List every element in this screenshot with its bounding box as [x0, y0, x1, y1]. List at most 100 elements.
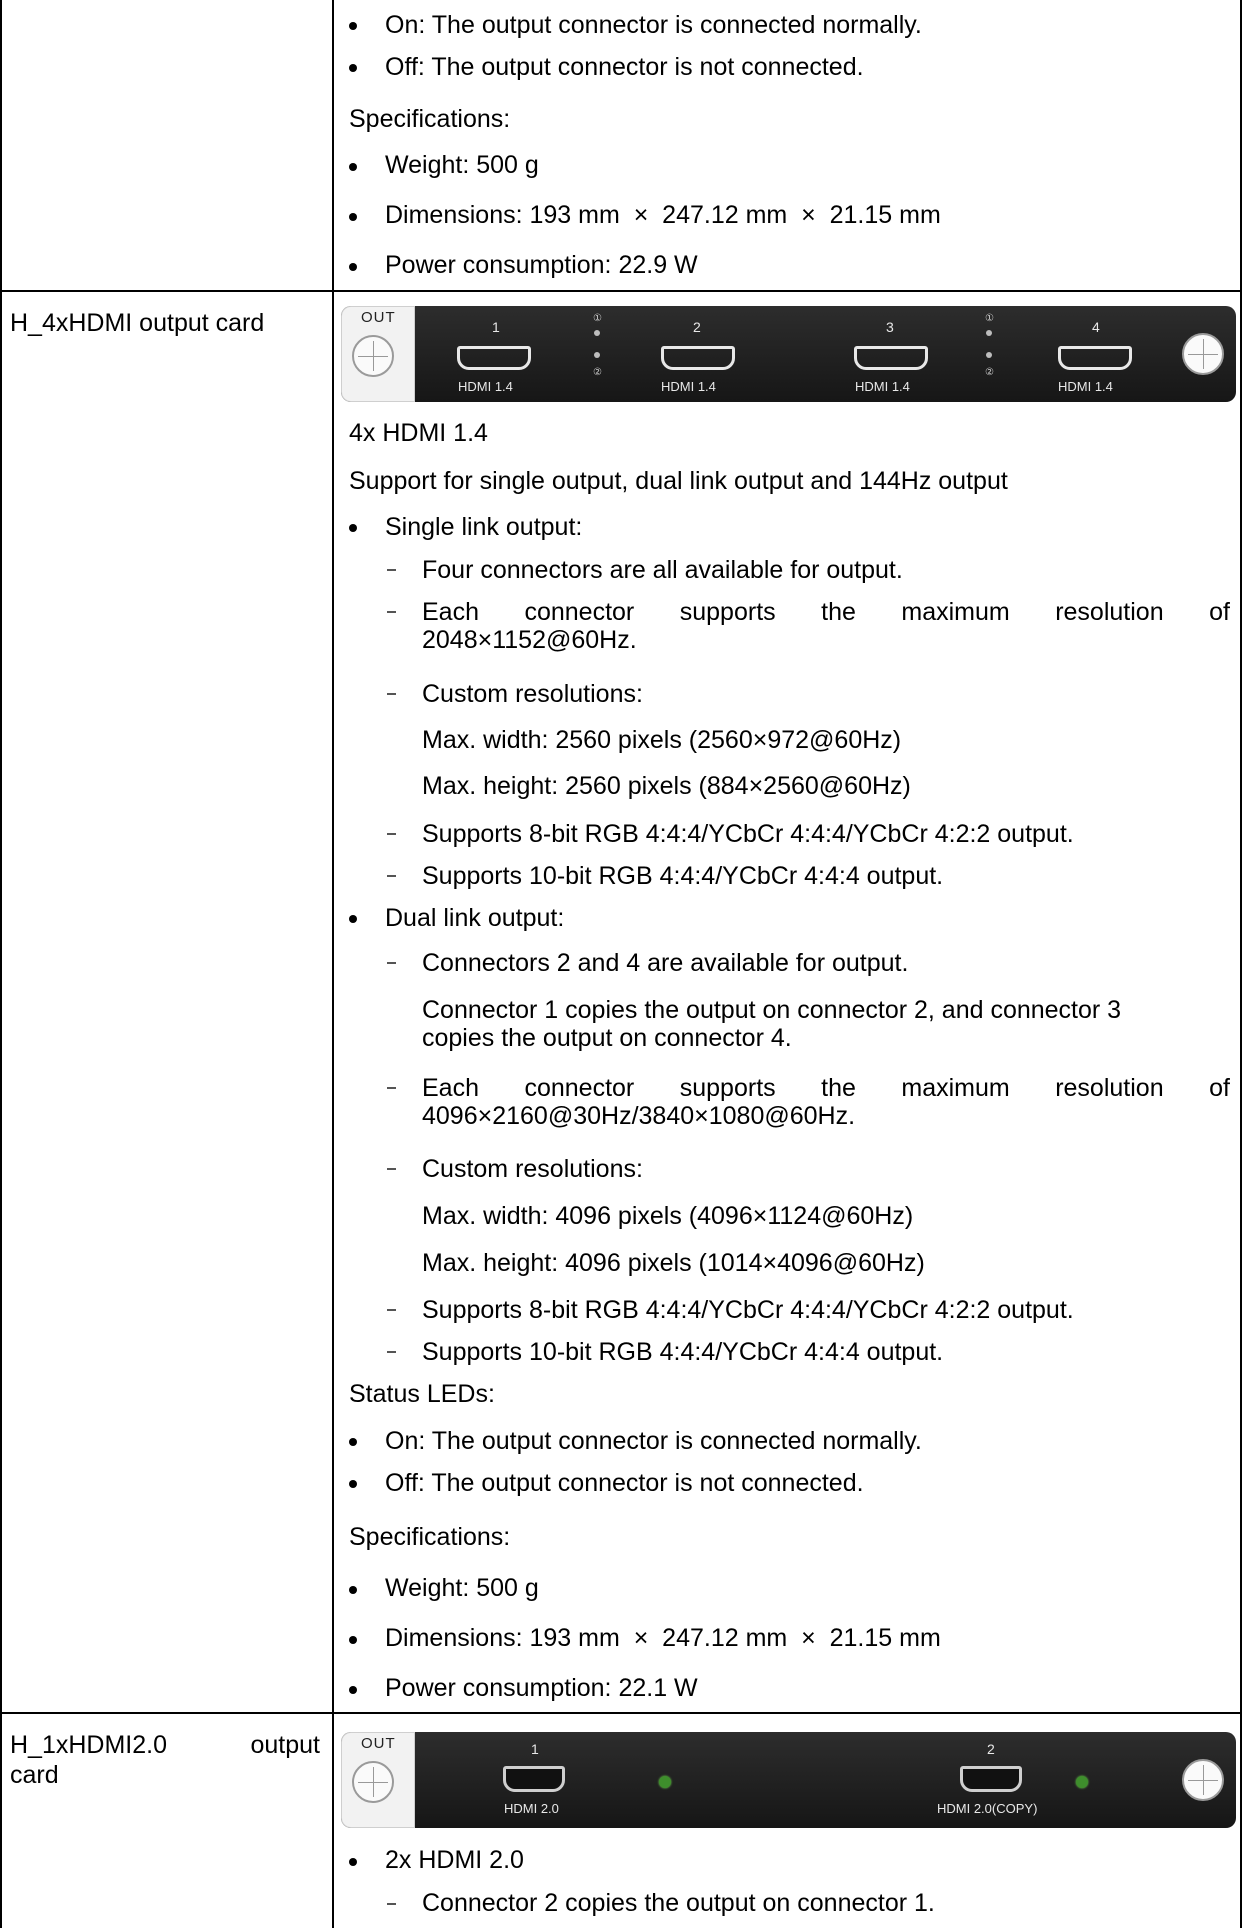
spec-weight: Weight: 500 g: [385, 1574, 539, 1602]
port-number: 2: [987, 1741, 995, 1757]
bullet-icon: [349, 22, 357, 30]
status-on-text: On: The output connector is connected no…: [385, 1427, 922, 1455]
led-indicator-icon: [594, 330, 600, 336]
status-on-text: On: The output connector is connected no…: [385, 11, 922, 39]
card-name-part: card: [10, 1761, 59, 1789]
screw-icon: [1182, 1759, 1224, 1801]
dash-icon: [387, 1351, 396, 1353]
dual-note-line2: copies the output on connector 4.: [422, 1024, 792, 1052]
hdmi-port-icon: [854, 346, 928, 370]
port-label: HDMI 1.4: [1058, 379, 1113, 394]
port-number: 4: [1092, 319, 1100, 335]
led-indicator-icon: [1076, 1776, 1088, 1788]
spec-weight: Weight: 500 g: [385, 151, 539, 179]
justified-word: resolution: [1055, 1074, 1164, 1102]
dual-item4: Supports 8-bit RGB 4:4:4/YCbCr 4:4:4/YCb…: [422, 1296, 1074, 1324]
justified-word: maximum: [901, 1074, 1010, 1102]
bullet-icon: [349, 1586, 357, 1594]
card-name-part: H_1xHDMI2.0: [10, 1731, 167, 1759]
justified-word: supports: [679, 1074, 776, 1102]
justified-word: supports: [679, 598, 776, 626]
status-off-text: Off: The output connector is not connect…: [385, 1469, 864, 1497]
single-item2-justified: Each connector supports the maximum reso…: [422, 597, 1230, 627]
dash-icon: [387, 1087, 396, 1089]
dual-item3: Custom resolutions:: [422, 1155, 643, 1183]
card-name-part: output: [250, 1731, 320, 1759]
justified-word: connector: [524, 598, 635, 626]
port-label: HDMI 2.0(COPY): [937, 1801, 1038, 1816]
specs-heading: Specifications:: [349, 1523, 511, 1551]
dash-icon: [387, 875, 396, 877]
row-divider-2: [0, 1712, 1242, 1714]
justified-word: of: [1209, 1074, 1230, 1102]
dash-icon: [387, 693, 396, 695]
led-indicator-icon: [594, 352, 600, 358]
bullet-icon: [349, 1686, 357, 1694]
led-indicator-icon: [986, 330, 992, 336]
dash-icon: [387, 962, 396, 964]
led-marker-1: ①: [593, 313, 602, 324]
card1-line1: 4x HDMI 1.4: [349, 419, 488, 447]
bullet-icon: [349, 915, 357, 923]
bullet-icon: [349, 524, 357, 532]
justified-word: maximum: [901, 598, 1010, 626]
single-maxw: Max. width: 2560 pixels (2560×972@60Hz): [422, 726, 902, 754]
single-link-heading: Single link output:: [385, 513, 583, 541]
dual-maxh: Max. height: 4096 pixels (1014×4096@60Hz…: [422, 1249, 925, 1277]
led-indicator-icon: [659, 1776, 671, 1788]
panel-image-4xhdmi: OUT 1 HDMI 1.4 2 HDMI 1.4 3 HDMI 1.4 4 H…: [341, 306, 1236, 402]
port-label: HDMI 1.4: [661, 379, 716, 394]
screw-icon: [1182, 333, 1224, 375]
card2-sub1: Connector 2 copies the output on connect…: [422, 1889, 935, 1917]
port-label: HDMI 1.4: [458, 379, 513, 394]
dash-icon: [387, 1309, 396, 1311]
screw-icon: [352, 1761, 394, 1803]
single-item3: Custom resolutions:: [422, 680, 643, 708]
bullet-icon: [349, 1858, 357, 1866]
status-leds-heading: Status LEDs:: [349, 1380, 495, 1408]
card-name-1xhdmi20: H_1xHDMI2.0 output card: [10, 1730, 320, 1790]
led-marker-2: ②: [593, 367, 602, 378]
dual-link-heading: Dual link output:: [385, 904, 565, 932]
single-item5: Supports 10-bit RGB 4:4:4/YCbCr 4:4:4 ou…: [422, 862, 944, 890]
port-label: HDMI 2.0: [504, 1801, 559, 1816]
dual-item1: Connectors 2 and 4 are available for out…: [422, 949, 909, 977]
justified-word: the: [821, 598, 856, 626]
dual-item2-cont: 4096×2160@30Hz/3840×1080@60Hz.: [422, 1102, 856, 1130]
specs-heading: Specifications:: [349, 105, 511, 133]
port-label: HDMI 1.4: [855, 379, 910, 394]
bullet-icon: [349, 1480, 357, 1488]
spec-power: Power consumption: 22.1 W: [385, 1674, 698, 1702]
status-off-text: Off: The output connector is not connect…: [385, 53, 864, 81]
justified-word: the: [821, 1074, 856, 1102]
led-marker-1: ①: [985, 313, 994, 324]
hdmi-port-icon: [457, 346, 531, 370]
card-name-4xhdmi: H_4xHDMI output card: [10, 309, 265, 337]
single-item2-cont: 2048×1152@60Hz.: [422, 626, 637, 654]
dash-icon: [387, 1903, 396, 1905]
justified-word: of: [1209, 598, 1230, 626]
dual-note-line1: Connector 1 copies the output on connect…: [422, 996, 1122, 1024]
led-indicator-icon: [986, 352, 992, 358]
spec-power: Power consumption: 22.9 W: [385, 251, 698, 279]
card2-item1: 2x HDMI 2.0: [385, 1846, 524, 1874]
spec-dimensions: Dimensions: 193 mm × 247.12 mm × 21.15 m…: [385, 1624, 941, 1652]
hdmi-port-icon: [1058, 346, 1132, 370]
dual-item5: Supports 10-bit RGB 4:4:4/YCbCr 4:4:4 ou…: [422, 1338, 944, 1366]
justified-word: connector: [524, 1074, 635, 1102]
single-maxh: Max. height: 2560 pixels (884×2560@60Hz): [422, 772, 911, 800]
spec-dimensions: Dimensions: 193 mm × 247.12 mm × 21.15 m…: [385, 201, 941, 229]
bullet-icon: [349, 1438, 357, 1446]
panel-out-label: OUT: [361, 1735, 396, 1752]
dual-item2-justified: Each connector supports the maximum reso…: [422, 1073, 1230, 1103]
single-item1: Four connectors are all available for ou…: [422, 556, 903, 584]
port-number: 1: [531, 1741, 539, 1757]
port-number: 2: [693, 319, 701, 335]
dash-icon: [387, 833, 396, 835]
dual-maxw: Max. width: 4096 pixels (4096×1124@60Hz): [422, 1202, 914, 1230]
port-number: 3: [886, 319, 894, 335]
dash-icon: [387, 1168, 396, 1170]
bullet-icon: [349, 64, 357, 72]
dash-icon: [387, 611, 396, 613]
panel-out-label: OUT: [361, 309, 396, 326]
